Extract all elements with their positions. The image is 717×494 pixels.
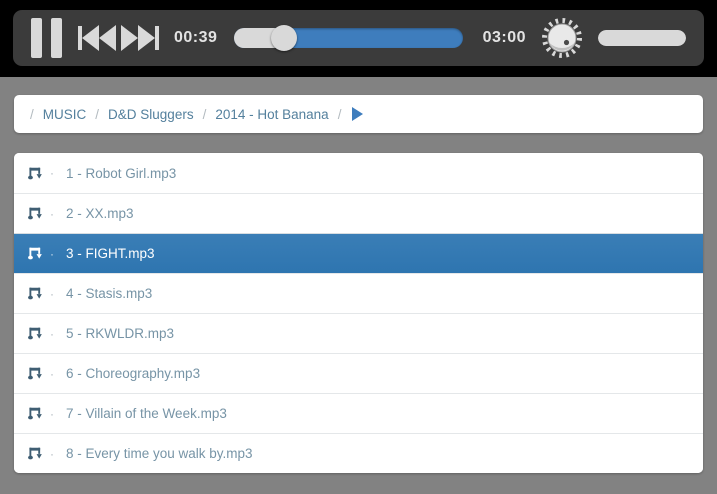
next-icon bbox=[121, 25, 159, 51]
list-bullet: · bbox=[50, 206, 54, 221]
music-file-icon bbox=[27, 206, 42, 221]
track-row[interactable]: · 8 - Every time you walk by.mp3 bbox=[14, 433, 703, 473]
music-file-icon bbox=[27, 286, 42, 301]
track-filename[interactable]: 3 - FIGHT.mp3 bbox=[66, 246, 155, 261]
player-panel: 00:39 03:00 bbox=[13, 10, 704, 66]
track-row[interactable]: · 3 - FIGHT.mp3 bbox=[14, 233, 703, 273]
music-file-icon bbox=[27, 246, 42, 261]
track-row[interactable]: · 6 - Choreography.mp3 bbox=[14, 353, 703, 393]
breadcrumb-separator: / bbox=[95, 106, 100, 122]
elapsed-time: 00:39 bbox=[174, 29, 218, 46]
track-row[interactable]: · 1 - Robot Girl.mp3 bbox=[14, 153, 703, 193]
list-bullet: · bbox=[50, 366, 54, 381]
track-filename[interactable]: 2 - XX.mp3 bbox=[66, 206, 134, 221]
breadcrumb-separator: / bbox=[337, 106, 342, 122]
breadcrumb: / MUSIC / D&D Sluggers / 2014 - Hot Bana… bbox=[14, 95, 703, 133]
next-track-button[interactable] bbox=[120, 25, 160, 51]
list-bullet: · bbox=[50, 326, 54, 341]
total-time: 03:00 bbox=[482, 29, 526, 46]
music-file-icon bbox=[27, 366, 42, 381]
player-bar: 00:39 03:00 bbox=[0, 0, 717, 77]
music-file-icon bbox=[27, 166, 42, 181]
pause-button[interactable] bbox=[31, 18, 62, 58]
volume-fill bbox=[598, 30, 686, 46]
pause-icon bbox=[31, 18, 42, 58]
breadcrumb-play-button[interactable] bbox=[350, 107, 365, 121]
pause-icon bbox=[51, 18, 62, 58]
breadcrumb-separator: / bbox=[202, 106, 207, 122]
breadcrumb-link[interactable]: D&D Sluggers bbox=[108, 107, 194, 122]
content-area: / MUSIC / D&D Sluggers / 2014 - Hot Bana… bbox=[0, 77, 717, 486]
volume-bar[interactable] bbox=[598, 30, 686, 46]
list-bullet: · bbox=[50, 246, 54, 261]
track-filename[interactable]: 1 - Robot Girl.mp3 bbox=[66, 166, 176, 181]
breadcrumb-link[interactable]: MUSIC bbox=[43, 107, 87, 122]
list-bullet: · bbox=[50, 286, 54, 301]
list-bullet: · bbox=[50, 446, 54, 461]
previous-icon bbox=[78, 25, 116, 51]
list-bullet: · bbox=[50, 406, 54, 421]
track-list: · 1 - Robot Girl.mp3 · 2 - XX.mp3 · 3 - … bbox=[14, 153, 703, 473]
breadcrumb-separator: / bbox=[30, 106, 34, 122]
track-row[interactable]: · 2 - XX.mp3 bbox=[14, 193, 703, 233]
music-file-icon bbox=[27, 326, 42, 341]
seek-bar[interactable] bbox=[234, 25, 463, 51]
track-filename[interactable]: 6 - Choreography.mp3 bbox=[66, 366, 200, 381]
track-row[interactable]: · 4 - Stasis.mp3 bbox=[14, 273, 703, 313]
previous-track-button[interactable] bbox=[77, 25, 117, 51]
list-bullet: · bbox=[50, 166, 54, 180]
seek-handle[interactable] bbox=[270, 25, 297, 51]
track-filename[interactable]: 5 - RKWLDR.mp3 bbox=[66, 326, 174, 341]
volume-knob[interactable] bbox=[539, 15, 585, 61]
track-row[interactable]: · 7 - Villain of the Week.mp3 bbox=[14, 393, 703, 433]
breadcrumb-link[interactable]: 2014 - Hot Banana bbox=[215, 107, 328, 122]
track-filename[interactable]: 7 - Villain of the Week.mp3 bbox=[66, 406, 227, 421]
track-row[interactable]: · 5 - RKWLDR.mp3 bbox=[14, 313, 703, 353]
music-file-icon bbox=[27, 406, 42, 421]
music-file-icon bbox=[27, 446, 42, 461]
breadcrumb-items: / MUSIC / D&D Sluggers / 2014 - Hot Bana… bbox=[30, 107, 329, 122]
app-window: 00:39 03:00 / MUSIC / D&D Sluggers / 201… bbox=[0, 0, 717, 494]
play-icon bbox=[352, 107, 364, 121]
track-filename[interactable]: 4 - Stasis.mp3 bbox=[66, 286, 152, 301]
track-skip-controls bbox=[77, 25, 160, 51]
track-filename[interactable]: 8 - Every time you walk by.mp3 bbox=[66, 446, 253, 461]
